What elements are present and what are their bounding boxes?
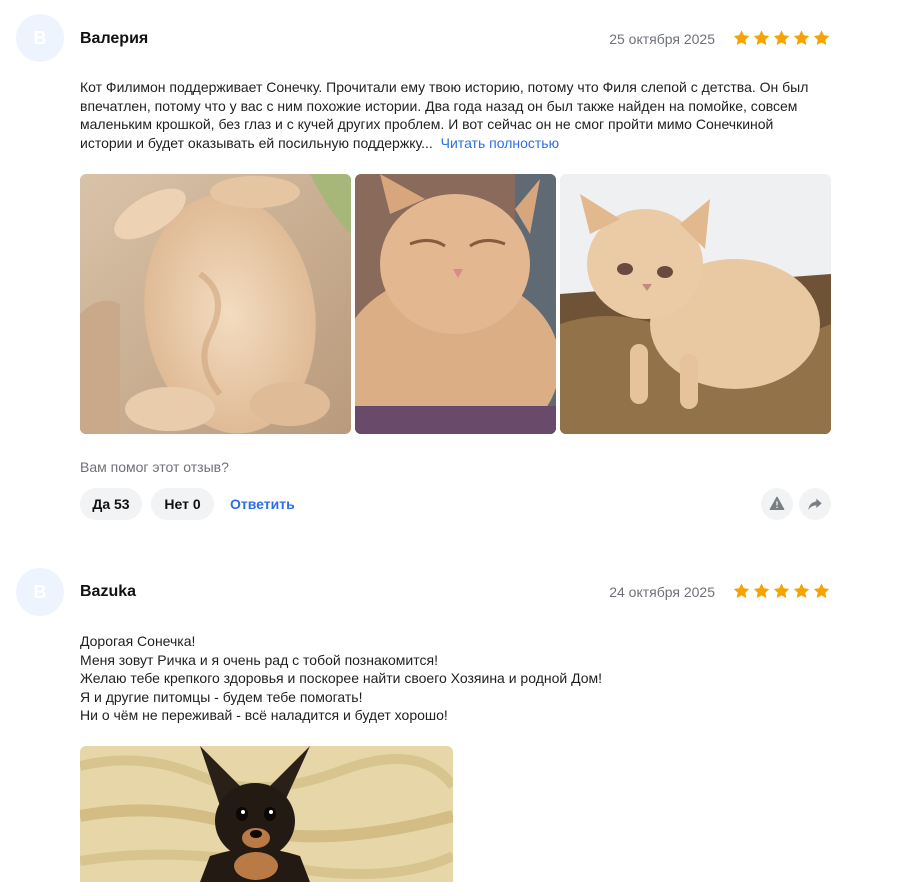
star-rating <box>732 582 831 600</box>
star-icon <box>813 583 830 599</box>
star-icon <box>773 30 790 46</box>
star-icon <box>733 30 750 46</box>
review-photo[interactable] <box>560 174 831 434</box>
review-text-line: Меня зовут Ричка и я очень рад с тобой п… <box>80 651 438 668</box>
star-icon <box>813 30 830 46</box>
review-author: Валерия <box>80 30 149 47</box>
review-photo[interactable] <box>80 174 351 434</box>
review-text-line: Ни о чём не переживай - всё наладится и … <box>80 707 448 723</box>
review-date: 25 октября 2025 <box>609 31 715 47</box>
star-icon <box>753 583 770 599</box>
reviews-page: B Валерия 25 октября 2025 Кот Филимон по… <box>0 0 898 882</box>
review-photo[interactable] <box>80 746 453 882</box>
star-icon <box>773 583 790 599</box>
reply-button[interactable]: Ответить <box>230 488 295 520</box>
review-card: B Валерия 25 октября 2025 Кот Филимон по… <box>0 0 898 540</box>
helpful-yes-button[interactable]: Да 53 <box>80 488 142 520</box>
cat-photo-image <box>355 174 556 434</box>
share-icon <box>808 498 822 510</box>
helpful-no-button[interactable]: Нет 0 <box>151 488 214 520</box>
share-button[interactable] <box>799 488 831 520</box>
avatar: B <box>16 14 64 62</box>
review-text-line: Дорогая Сонечка! <box>80 633 196 649</box>
dog-photo-image <box>80 746 453 882</box>
review-photo[interactable] <box>355 174 556 434</box>
review-author: Bazuka <box>80 583 137 600</box>
avatar: B <box>16 568 64 616</box>
report-button[interactable] <box>761 488 793 520</box>
cat-photo-image <box>80 174 351 434</box>
kitten-photo-image <box>560 174 831 434</box>
star-icon <box>733 583 750 599</box>
review-date: 24 октября 2025 <box>609 584 715 600</box>
review-text: Кот Филимон поддерживает Сонечку. Прочит… <box>80 78 820 152</box>
report-icon <box>769 496 785 510</box>
star-icon <box>753 30 770 46</box>
star-rating <box>732 29 831 47</box>
star-icon <box>793 30 810 46</box>
review-text-line: Я и другие питомцы - будем тебе помогать… <box>80 688 363 705</box>
review-text: Дорогая Сонечка! Меня зовут Ричка и я оч… <box>80 632 820 725</box>
helpful-question: Вам помог этот отзыв? <box>80 459 229 475</box>
review-card: B Bazuka 24 октября 2025 Дорогая Сонечка… <box>0 560 898 882</box>
read-more-link[interactable]: Читать полностью <box>441 135 559 151</box>
star-icon <box>793 583 810 599</box>
review-text-line: Желаю тебе крепкого здоровья и поскорее … <box>80 670 603 686</box>
